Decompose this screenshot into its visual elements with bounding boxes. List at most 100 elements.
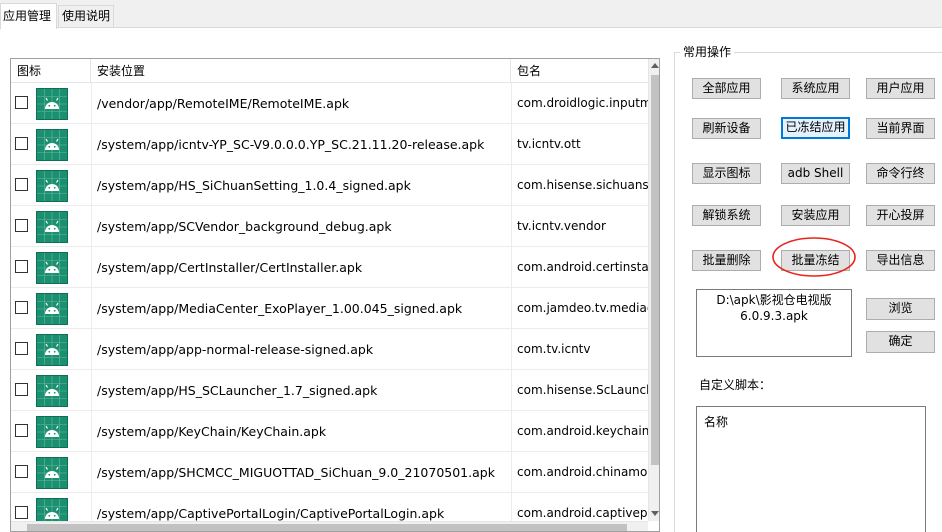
column-header-install-location[interactable]: 安装位置 [91, 59, 511, 83]
system-apps-button[interactable]: 系统应用 [781, 78, 850, 99]
column-divider [511, 370, 512, 411]
apk-path-field[interactable]: D:\apk\影视仓电视版6.0.9.3.apk [696, 289, 852, 357]
package-name: com.android.certinstaller [517, 260, 648, 274]
table-row[interactable]: /system/app/SCVendor_background_debug.ap… [11, 206, 648, 247]
export-info-button[interactable]: 导出信息 [866, 250, 935, 271]
scroll-up-arrow-icon[interactable] [651, 63, 659, 68]
batch-freeze-button[interactable]: 批量冻结 [781, 250, 850, 271]
table-row[interactable]: /system/app/app-normal-release-signed.ap… [11, 329, 648, 370]
install-path: /vendor/app/RemoteIME/RemoteIME.apk [97, 96, 350, 111]
android-robot-icon [37, 89, 67, 119]
column-header-icon[interactable]: 图标 [11, 59, 91, 83]
table-row[interactable]: /vendor/app/RemoteIME/RemoteIME.apk com.d… [11, 83, 648, 124]
row-checkbox[interactable] [15, 301, 28, 314]
horizontal-scroll-thumb[interactable] [27, 524, 627, 531]
package-name: com.droidlogic.inputmethod [517, 96, 648, 110]
column-divider [511, 206, 512, 247]
android-app-icon [36, 129, 68, 161]
package-name: com.jamdeo.tv.mediacenter [517, 301, 648, 315]
screen-cast-button[interactable]: 开心投屏 [866, 205, 935, 226]
table-row[interactable]: /system/app/icntv-YP_SC-V9.0.0.0.YP_SC.2… [11, 124, 648, 165]
column-divider [91, 247, 92, 288]
table-row[interactable]: /system/app/MediaCenter_ExoPlayer_1.00.0… [11, 288, 648, 329]
install-path: /system/app/app-normal-release-signed.ap… [97, 342, 374, 357]
table-row[interactable]: /system/app/HS_SiChuanSetting_1.0.4_sign… [11, 165, 648, 206]
install-app-button[interactable]: 安装应用 [781, 205, 850, 226]
column-divider [91, 370, 92, 411]
package-name: com.hisense.sichuansetting [517, 178, 648, 192]
android-robot-icon [37, 212, 67, 242]
package-name: com.hisense.ScLauncher [517, 383, 648, 397]
tab-strip: 应用管理 使用说明 [0, 0, 942, 29]
vertical-scrollbar[interactable] [648, 59, 659, 521]
confirm-button[interactable]: 确定 [866, 331, 935, 353]
table-row[interactable]: /system/app/SHCMCC_MIGUOTTAD_SiChuan_9.0… [11, 452, 648, 493]
list-header: 图标 安装位置 包名 [11, 59, 648, 83]
row-checkbox[interactable] [15, 219, 28, 232]
row-checkbox[interactable] [15, 465, 28, 478]
command-line-button[interactable]: 命令行终 [866, 163, 935, 184]
android-robot-icon [37, 171, 67, 201]
adb-shell-button[interactable]: adb Shell [781, 163, 850, 184]
custom-script-list[interactable]: 名称 [696, 406, 926, 532]
unlock-system-button[interactable]: 解锁系统 [692, 205, 761, 226]
frozen-apps-button[interactable]: 已冻结应用 [781, 117, 850, 139]
user-apps-button[interactable]: 用户应用 [866, 78, 935, 99]
install-path: /system/app/SHCMCC_MIGUOTTAD_SiChuan_9.0… [97, 465, 495, 480]
row-checkbox[interactable] [15, 383, 28, 396]
install-path: /system/app/MediaCenter_ExoPlayer_1.00.0… [97, 301, 463, 316]
tab-app-management[interactable]: 应用管理 [0, 3, 57, 29]
browse-button[interactable]: 浏览 [866, 298, 935, 320]
table-row[interactable]: /system/app/KeyChain/KeyChain.apk com.and… [11, 411, 648, 452]
install-path: /system/app/icntv-YP_SC-V9.0.0.0.YP_SC.2… [97, 137, 485, 152]
package-name: tv.icntv.vendor [517, 219, 606, 233]
android-robot-icon [37, 417, 67, 447]
column-header-package-name[interactable]: 包名 [511, 59, 648, 83]
row-checkbox[interactable] [15, 260, 28, 273]
row-checkbox[interactable] [15, 178, 28, 191]
android-app-icon [36, 88, 68, 120]
android-app-icon [36, 334, 68, 366]
install-path: /system/app/SCVendor_background_debug.ap… [97, 219, 392, 234]
row-checkbox[interactable] [15, 96, 28, 109]
column-divider [91, 329, 92, 370]
column-divider [511, 288, 512, 329]
show-icons-button[interactable]: 显示图标 [692, 163, 761, 184]
install-path: /system/app/CertInstaller/CertInstaller.… [97, 260, 363, 275]
tab-instructions[interactable]: 使用说明 [58, 5, 114, 27]
android-robot-icon [37, 294, 67, 324]
column-divider [91, 411, 92, 452]
scroll-down-arrow-icon[interactable] [651, 511, 659, 516]
column-divider [91, 165, 92, 206]
vertical-scroll-thumb[interactable] [651, 75, 659, 465]
column-divider [511, 452, 512, 493]
android-app-icon [36, 457, 68, 489]
row-checkbox[interactable] [15, 137, 28, 150]
column-divider [511, 329, 512, 370]
refresh-device-button[interactable]: 刷新设备 [692, 118, 761, 139]
android-app-icon [36, 416, 68, 448]
android-robot-icon [37, 253, 67, 283]
all-apps-button[interactable]: 全部应用 [692, 78, 761, 99]
row-checkbox[interactable] [15, 342, 28, 355]
install-path: /system/app/HS_SiChuanSetting_1.0.4_sign… [97, 178, 411, 193]
row-checkbox[interactable] [15, 506, 28, 519]
android-app-icon [36, 293, 68, 325]
current-screen-button[interactable]: 当前界面 [866, 118, 935, 139]
app-list[interactable]: 图标 安装位置 包名 /vendor/app/RemoteIME/RemoteI… [10, 58, 660, 532]
common-operations-title: 常用操作 [680, 44, 735, 60]
package-name: com.android.keychain [517, 424, 648, 438]
script-name-header: 名称 [704, 415, 729, 429]
install-path: /system/app/KeyChain/KeyChain.apk [97, 424, 327, 439]
table-row[interactable]: /system/app/CertInstaller/CertInstaller.… [11, 247, 648, 288]
column-divider [91, 206, 92, 247]
android-robot-icon [37, 335, 67, 365]
batch-delete-button[interactable]: 批量删除 [692, 250, 761, 271]
table-row[interactable]: /system/app/HS_SCLauncher_1.7_signed.apk… [11, 370, 648, 411]
package-name: com.android.chinamobile [517, 465, 648, 479]
android-robot-icon [37, 376, 67, 406]
package-name: com.tv.icntv [517, 342, 591, 356]
horizontal-scrollbar[interactable] [11, 521, 648, 531]
row-checkbox[interactable] [15, 424, 28, 437]
column-divider [91, 452, 92, 493]
